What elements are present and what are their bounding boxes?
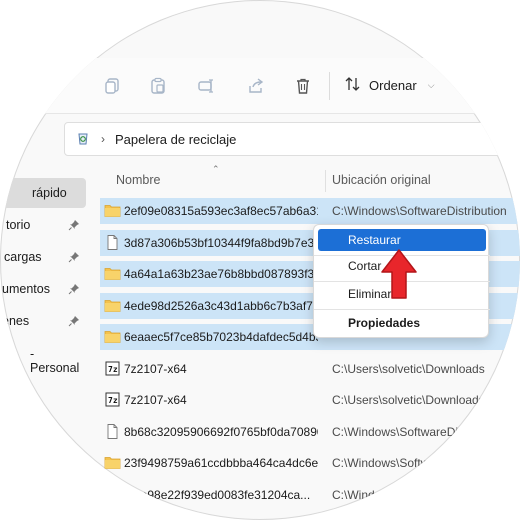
installer-icon: 7z [104,361,121,376]
rename-icon[interactable] [194,74,218,98]
file-row[interactable]: 7z 7z2107-x64 C:\Users\solvetic\Downloads [100,356,520,382]
sidebar-item-label: torio [6,218,31,232]
svg-text:7z: 7z [108,365,118,374]
share-icon[interactable] [244,74,268,98]
file-name: ...9e98e22f939ed0083fe31204ca... [124,488,311,502]
breadcrumb-chevron-icon: › [101,132,105,146]
file-list: Nombre ⌃ Ubicación original 2ef09e08315a… [100,164,520,520]
explorer-window: Ordenar ⌵ › Papelera de reciclaje rápido… [0,0,520,520]
file-name: 6eaaec5f7ce85b7023b4dafdec5d4b3e [124,330,318,344]
document-icon [104,424,121,439]
menu-divider [314,309,490,310]
sidebar-item-onedrive-personal[interactable]: - Personal [0,346,86,376]
sidebar-item-label: enes [2,314,30,328]
pin-icon [68,316,79,327]
sort-icon [344,76,362,95]
sidebar-item-desktop[interactable]: torio [0,210,86,240]
file-original-location: C:\Windows\SoftwareDistribution [332,488,507,502]
file-row[interactable]: ...9e98e22f939ed0083fe31204ca... C:\Windo… [100,482,520,508]
sidebar-item-quick-access[interactable]: rápido [0,178,86,208]
folder-icon [104,203,121,218]
file-name: 23f9498759a61ccdbbba464ca4dc6e... [124,456,318,470]
pin-icon [68,220,79,231]
copy-icon[interactable] [100,74,124,98]
file-row[interactable]: 2ef09e08315a593ec3af8ec57ab6a31e C:\Windo… [100,198,520,224]
file-name: 2ef09e08315a593ec3af8ec57ab6a31e [124,204,318,218]
command-bar: Ordenar ⌵ [0,58,520,114]
folder-icon [104,487,121,502]
file-name: 7z2107-x64 [124,362,187,376]
column-header-name[interactable]: Nombre [116,164,160,196]
file-original-location: C:\Windows\SoftwareDistribution [332,425,507,439]
breadcrumb-location[interactable]: Papelera de reciclaje [115,132,236,147]
sidebar-item-label: cargas [4,250,42,264]
file-row[interactable]: 8b68c32095906692f0765bf0da70890... C:\Win… [100,419,520,445]
paste-icon[interactable] [146,74,170,98]
file-row[interactable]: 23f9498759a61ccdbbba464ca4dc6e... C:\Wind… [100,450,520,476]
sidebar-item-label: - Personal [30,347,80,375]
pin-icon [68,284,79,295]
sidebar-item-pictures[interactable]: enes [0,306,86,336]
chevron-down-icon: ⌵ [427,80,435,90]
sidebar-item-label: rápido [32,186,67,200]
delete-icon[interactable] [291,74,315,98]
recycle-bin-icon [75,130,91,149]
file-name: 8b68c32095906692f0765bf0da70890... [124,425,318,439]
folder-icon [104,298,121,313]
column-header-location[interactable]: Ubicación original [332,164,431,196]
sidebar-item-documents[interactable]: umentos [0,274,86,304]
document-icon [104,235,121,250]
installer-icon: 7z [104,392,121,407]
folder-icon [104,455,121,470]
svg-text:7z: 7z [108,396,118,405]
file-name: 4a64a1a63b23ae76b8bbd087893f37... [124,267,318,281]
sort-ascending-icon: ⌃ [212,164,220,174]
file-name: 4ede98d2526a3c43d1abb6c7b3af7a... [124,299,318,313]
pin-icon [68,252,79,263]
folder-icon [104,266,121,281]
file-original-location: C:\Windows\SoftwareDistribution [332,204,507,218]
file-name: 3d87a306b53bf10344f9fa8bd9b7e3... [124,236,318,250]
address-bar[interactable]: › Papelera de reciclaje [64,122,520,156]
sidebar-item-label: umentos [2,282,50,296]
file-original-location: C:\Windows\SoftwareDistribution [332,456,507,470]
sort-button[interactable]: Ordenar ⌵ [344,76,435,95]
callout-arrow-icon [381,249,417,299]
file-name: 7z2107-x64 [124,393,187,407]
sidebar-item-downloads[interactable]: cargas [0,242,86,272]
folder-icon [104,329,121,344]
file-original-location: C:\Users\solvetic\Downloads [332,362,485,376]
column-divider[interactable] [325,170,326,192]
navigation-pane: rápido torio cargas umentos enes - Perso… [0,172,90,520]
sort-label: Ordenar [369,78,417,93]
toolbar-divider [329,72,330,100]
file-original-location: C:\Users\solvetic\Downloads [332,393,485,407]
menu-item-properties[interactable]: Propiedades [318,312,486,334]
file-row[interactable]: 7z 7z2107-x64 C:\Users\solvetic\Downloads [100,387,520,413]
